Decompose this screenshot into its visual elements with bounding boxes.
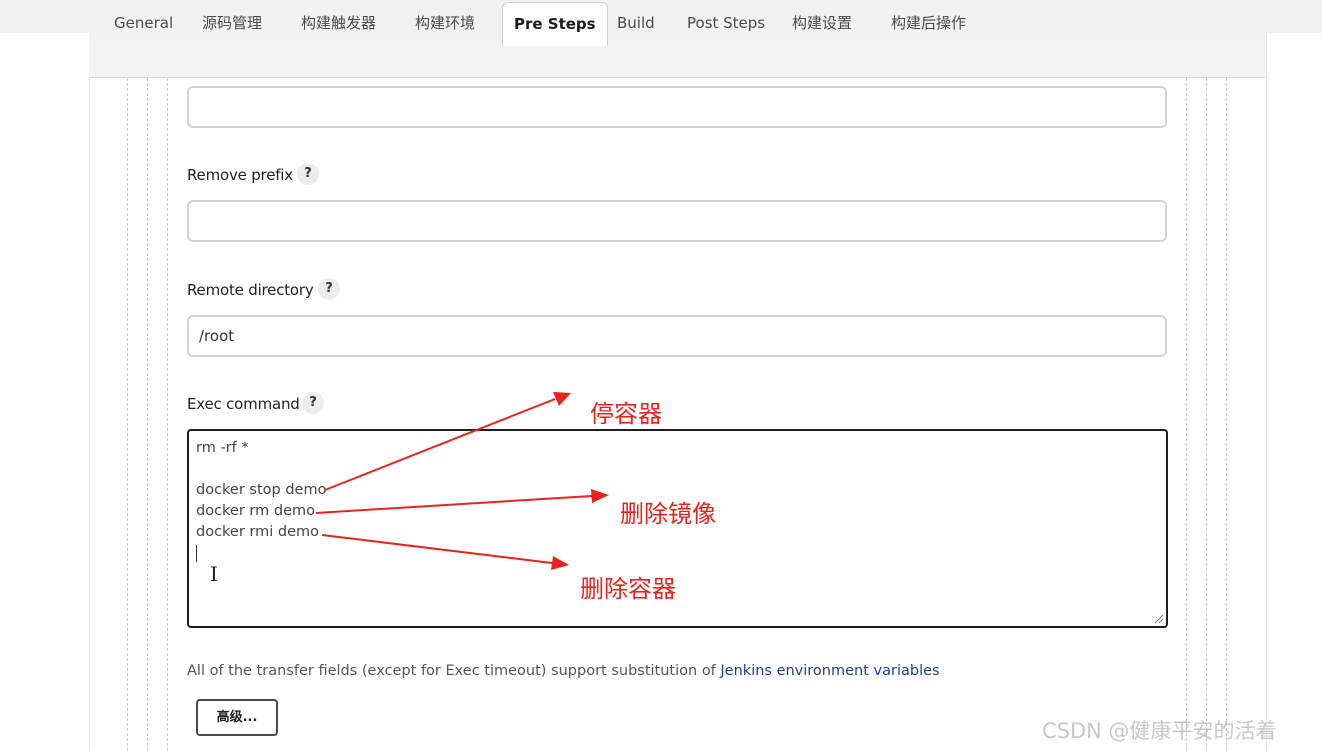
arrow-stop-container (324, 398, 556, 491)
annotation-remove-image: 删除镜像 (620, 500, 716, 528)
arrow-remove-container (321, 534, 553, 564)
arrow-head (591, 489, 609, 503)
arrow-remove-image (315, 495, 593, 514)
arrow-head (553, 392, 571, 406)
substitution-note: All of the transfer fields (except for E… (187, 663, 940, 679)
annotation-arrows (315, 392, 609, 570)
arrow-head (551, 556, 569, 570)
note-text: All of the transfer fields (except for E… (187, 663, 721, 679)
watermark: CSDN @健康平安的活着 (1042, 719, 1277, 743)
annotation-stop-container: 停容器 (590, 400, 662, 428)
annotation-remove-container: 删除容器 (580, 575, 676, 603)
advanced-button[interactable]: 高级... (196, 699, 278, 736)
env-variables-link[interactable]: Jenkins environment variables (720, 663, 939, 679)
